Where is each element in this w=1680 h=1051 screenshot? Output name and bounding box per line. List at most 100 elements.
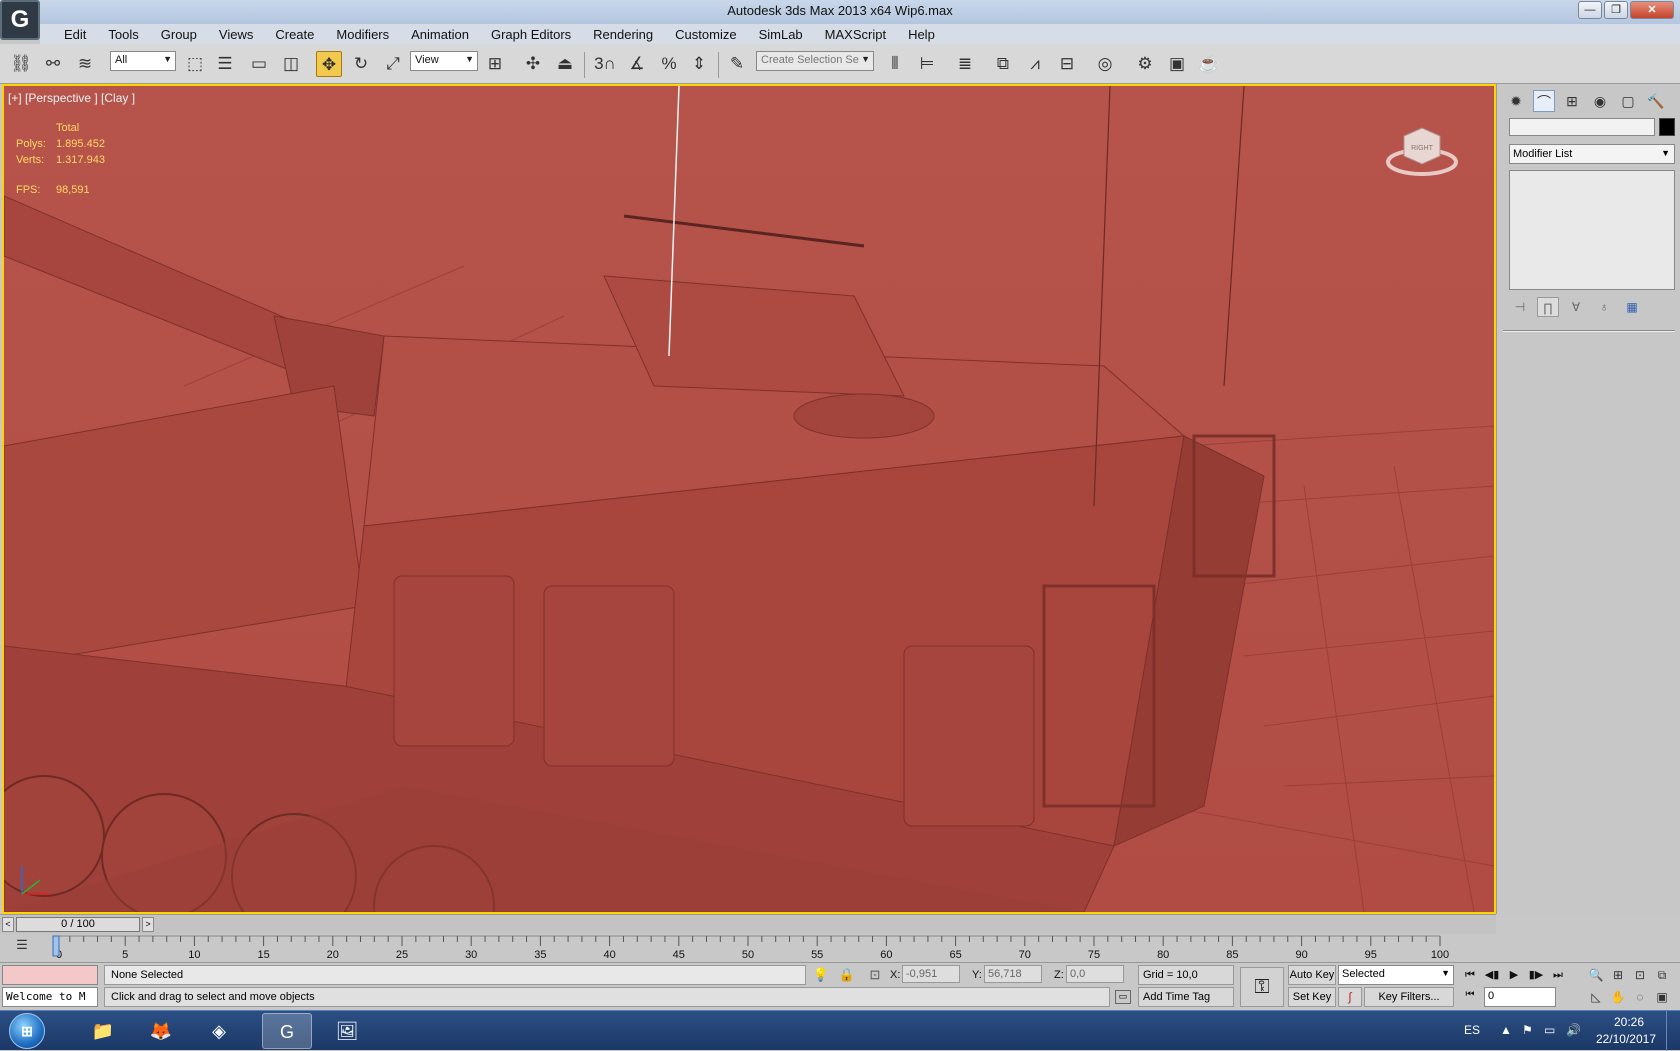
menu-rendering[interactable]: Rendering bbox=[583, 24, 665, 44]
key-filters-button[interactable]: Key Filters... bbox=[1364, 987, 1454, 1007]
viewport-label-menu[interactable]: [+] [Perspective ] [Clay ] bbox=[8, 91, 135, 105]
go-to-end-icon[interactable]: ⏭ bbox=[1548, 965, 1568, 985]
menu-customize[interactable]: Customize bbox=[665, 24, 748, 44]
configure-modifier-sets-icon[interactable]: ▦ bbox=[1621, 297, 1643, 317]
named-selection-set-field[interactable]: Create Selection Se ▼ bbox=[756, 51, 874, 71]
rendered-frame-window-icon[interactable]: ▣ bbox=[1164, 51, 1190, 77]
z-coordinate-field[interactable]: 0,0 bbox=[1066, 965, 1124, 983]
maximize-button[interactable]: ❐ bbox=[1604, 1, 1628, 19]
field-of-view-icon[interactable]: ◺ bbox=[1586, 987, 1606, 1007]
render-setup-icon[interactable]: ⚙ bbox=[1132, 51, 1158, 77]
selection-filter-dropdown[interactable]: All ▼ bbox=[110, 51, 176, 71]
material-editor-icon[interactable]: ◎ bbox=[1092, 51, 1118, 77]
menu-group[interactable]: Group bbox=[151, 24, 209, 44]
menu-create[interactable]: Create bbox=[265, 24, 326, 44]
next-frame-icon[interactable]: ▮▶ bbox=[1526, 965, 1546, 985]
menu-maxscript[interactable]: MAXScript bbox=[815, 24, 898, 44]
utilities-tab-icon[interactable]: 🔨 bbox=[1645, 90, 1667, 112]
orbit-icon[interactable]: ◌ bbox=[1630, 987, 1650, 1007]
schematic-view-icon[interactable]: ⊟ bbox=[1054, 51, 1080, 77]
absolute-transform-icon[interactable]: ⊡ bbox=[866, 967, 884, 983]
minimize-button[interactable]: — bbox=[1578, 1, 1602, 19]
render-production-icon[interactable]: ☕ bbox=[1196, 51, 1222, 77]
make-unique-icon[interactable]: ∀ bbox=[1565, 297, 1587, 317]
unlink-selection-icon[interactable]: ⚯ bbox=[40, 51, 66, 77]
time-slider-previous[interactable]: < bbox=[2, 917, 14, 932]
mirror-icon[interactable]: ⫴ bbox=[882, 51, 908, 77]
show-hidden-icons-icon[interactable]: ▲ bbox=[1500, 1023, 1512, 1037]
task-3ds-max[interactable]: G bbox=[262, 1013, 312, 1049]
align-icon[interactable]: ⊨ bbox=[914, 51, 940, 77]
zoom-icon[interactable]: 🔍 bbox=[1586, 965, 1606, 985]
pivot-center-icon[interactable]: ⊞ bbox=[482, 51, 508, 77]
spinner-snap-icon[interactable]: ⇕ bbox=[686, 51, 712, 77]
menu-help[interactable]: Help bbox=[898, 24, 947, 44]
time-slider-thumb[interactable]: 0 / 100 bbox=[16, 917, 140, 932]
set-keys-key-icon[interactable]: ⚿ bbox=[1240, 967, 1284, 1007]
clock-date[interactable]: 22/10/2017 bbox=[1596, 1032, 1656, 1046]
zoom-all-icon[interactable]: ⊞ bbox=[1608, 965, 1628, 985]
menu-animation[interactable]: Animation bbox=[401, 24, 481, 44]
mini-curve-editor-icon[interactable]: ☰ bbox=[10, 937, 34, 957]
auto-key-button[interactable]: Auto Key bbox=[1288, 965, 1336, 985]
pin-stack-icon[interactable]: ⊣ bbox=[1509, 297, 1531, 317]
object-name-field[interactable] bbox=[1509, 118, 1655, 136]
scene-explorer-icon[interactable]: ⧉ bbox=[990, 51, 1016, 77]
keyboard-shortcut-override-icon[interactable]: ⏏ bbox=[552, 51, 578, 77]
task-3ds-object[interactable]: ◈ bbox=[194, 1013, 244, 1049]
time-tag-icon[interactable]: ▭ bbox=[1115, 990, 1131, 1004]
select-and-rotate-icon[interactable]: ↻ bbox=[348, 51, 374, 77]
select-and-move-icon[interactable]: ✥ bbox=[316, 51, 342, 77]
y-coordinate-field[interactable]: 56,718 bbox=[984, 965, 1042, 983]
menu-modifiers[interactable]: Modifiers bbox=[326, 24, 401, 44]
action-center-icon[interactable]: ⚑ bbox=[1522, 1023, 1533, 1037]
maxscript-listener-field[interactable]: Welcome to M bbox=[2, 987, 98, 1007]
pan-view-icon[interactable]: ✋ bbox=[1608, 987, 1628, 1007]
frame-ruler[interactable]: 0510152025303540455055606570758085909510… bbox=[40, 934, 1470, 962]
add-time-tag-button[interactable]: Add Time Tag bbox=[1138, 987, 1234, 1007]
key-set-dropdown[interactable]: Selected ▼ bbox=[1338, 965, 1454, 985]
volume-icon[interactable]: 🔊 bbox=[1566, 1023, 1581, 1037]
network-icon[interactable]: ▭ bbox=[1544, 1023, 1555, 1037]
window-crossing-icon[interactable]: ◫ bbox=[278, 51, 304, 77]
current-frame-marker[interactable] bbox=[52, 935, 60, 957]
select-by-name-icon[interactable]: ☰ bbox=[212, 51, 238, 77]
select-and-manipulate-icon[interactable]: ✣ bbox=[520, 51, 546, 77]
task-explorer[interactable]: 📁 bbox=[78, 1013, 128, 1049]
selection-lock-icon[interactable]: 🔒 bbox=[838, 967, 856, 983]
angle-snap-icon[interactable]: ∡ bbox=[624, 51, 650, 77]
time-slider-next[interactable]: > bbox=[142, 917, 154, 932]
language-indicator[interactable]: ES bbox=[1464, 1023, 1480, 1037]
perspective-viewport[interactable]: [+] [Perspective ] [Clay ] Total Polys: 1… bbox=[2, 84, 1496, 914]
remove-modifier-icon[interactable]: ♁ bbox=[1593, 297, 1615, 317]
select-object-icon[interactable]: ⬚ bbox=[182, 51, 208, 77]
viewcube[interactable]: RIGHT bbox=[1382, 120, 1462, 180]
menu-tools[interactable]: Tools bbox=[98, 24, 150, 44]
maxscript-mini-listener[interactable] bbox=[2, 965, 98, 985]
default-tangent-icon[interactable]: ∫ bbox=[1338, 987, 1362, 1007]
display-tab-icon[interactable]: ▢ bbox=[1617, 90, 1639, 112]
modify-tab-icon[interactable]: ⌒ bbox=[1533, 90, 1555, 112]
motion-tab-icon[interactable]: ◉ bbox=[1589, 90, 1611, 112]
edit-named-selection-icon[interactable]: ✎ bbox=[724, 51, 750, 77]
modifier-stack[interactable] bbox=[1509, 170, 1675, 290]
task-firefox[interactable]: 🦊 bbox=[136, 1013, 186, 1049]
play-icon[interactable]: ▶ bbox=[1504, 965, 1524, 985]
zoom-extents-all-icon[interactable]: ⧉ bbox=[1652, 965, 1672, 985]
percent-snap-icon[interactable]: % bbox=[656, 51, 682, 77]
go-to-start-icon[interactable]: ⏮ bbox=[1460, 965, 1480, 985]
menu-views[interactable]: Views bbox=[209, 24, 265, 44]
select-and-scale-icon[interactable]: ⤢ bbox=[380, 51, 406, 77]
current-frame-field[interactable]: 0 bbox=[1484, 987, 1556, 1007]
zoom-extents-icon[interactable]: ⊡ bbox=[1630, 965, 1650, 985]
create-tab-icon[interactable]: ✹ bbox=[1505, 90, 1527, 112]
object-color-swatch[interactable] bbox=[1659, 118, 1675, 136]
menu-edit[interactable]: Edit bbox=[54, 24, 98, 44]
menu-graph-editors[interactable]: Graph Editors bbox=[481, 24, 583, 44]
curve-editor-icon[interactable]: ⩘ bbox=[1022, 51, 1048, 77]
close-button[interactable]: ✕ bbox=[1630, 1, 1674, 19]
menu-simlab[interactable]: SimLab bbox=[749, 24, 815, 44]
isolate-selection-icon[interactable]: 💡 bbox=[812, 967, 830, 983]
task-image-viewer[interactable]: 🖼 bbox=[322, 1013, 372, 1049]
key-mode-toggle-icon[interactable]: ⏮ bbox=[1460, 989, 1480, 1005]
